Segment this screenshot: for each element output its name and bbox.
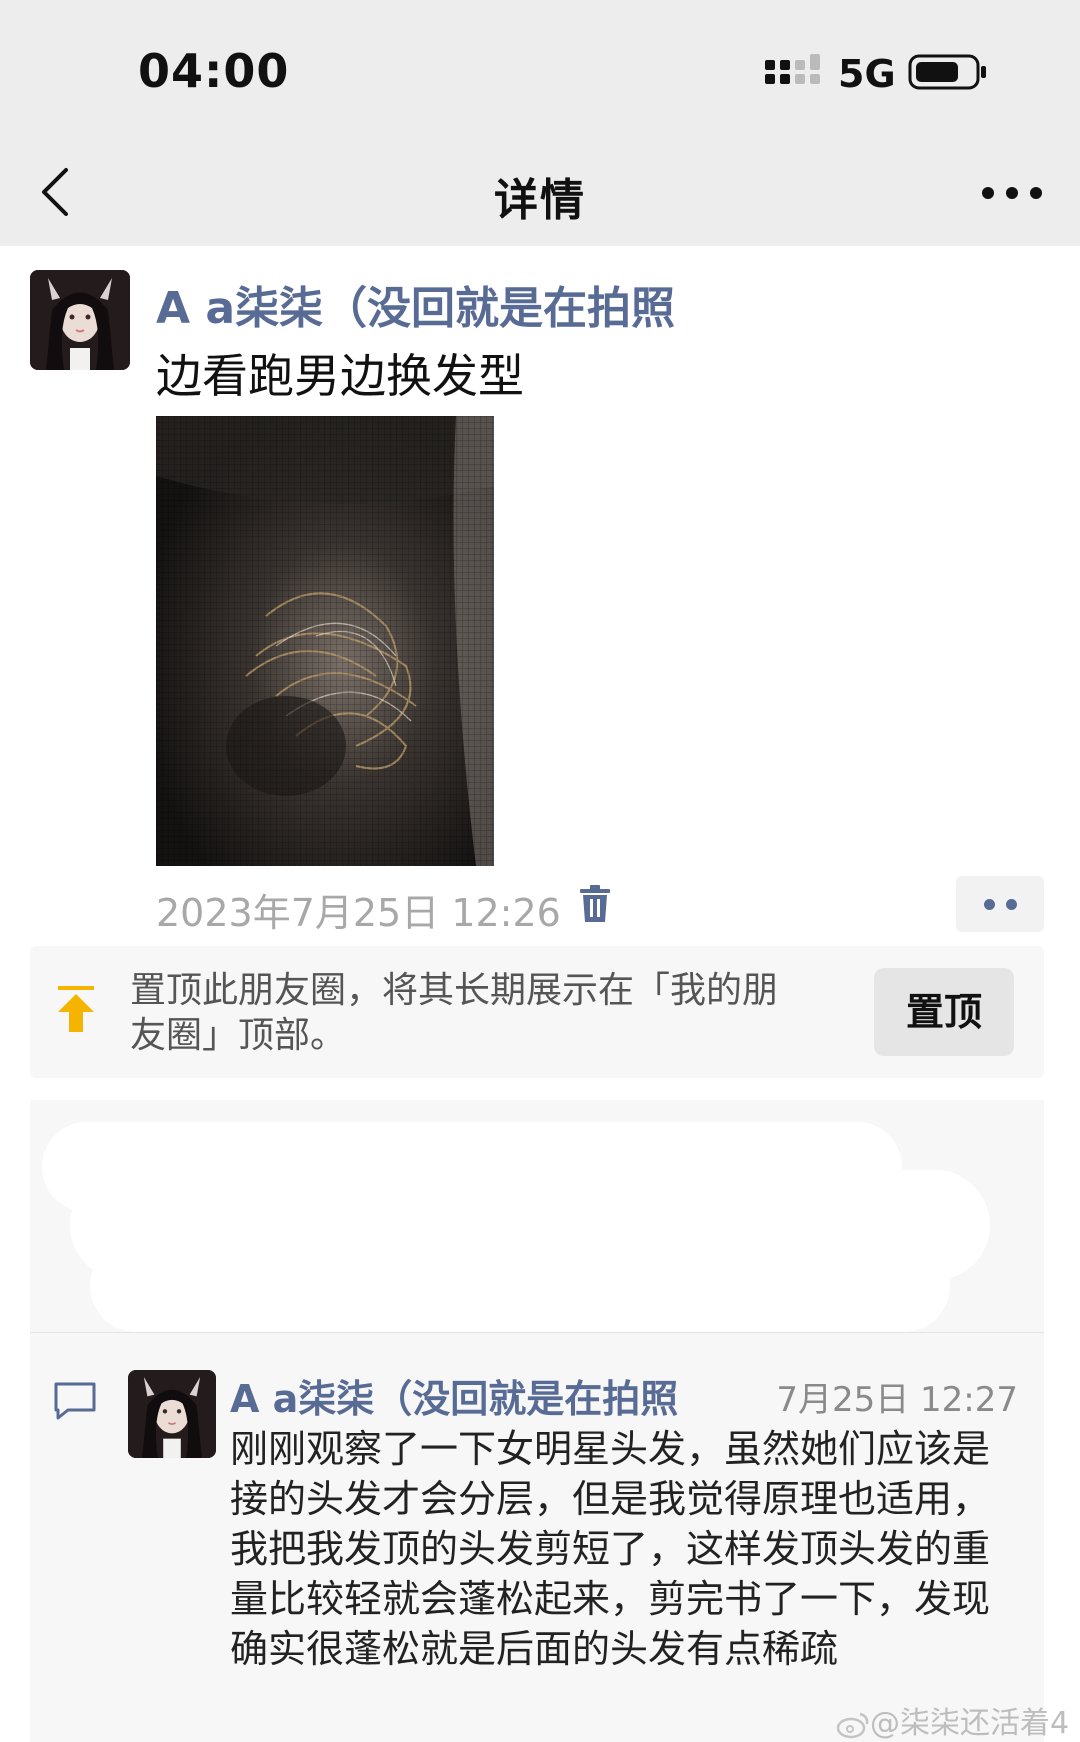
battery-icon <box>908 54 986 90</box>
comment-text[interactable]: 刚刚观察了一下女明星头发，虽然她们应该是接的头发才会分层，但是我觉得原理也适用，… <box>230 1424 1022 1674</box>
post-text: 边看跑男边换发型 <box>156 349 524 403</box>
page-title: 详情 <box>494 175 586 226</box>
comment-author-name[interactable]: A a柒柒（没回就是在拍照 <box>230 1368 678 1423</box>
signal-icon <box>765 54 820 84</box>
status-time: 04:00 <box>138 44 290 98</box>
watermark: @柒柒还活着4 <box>836 1698 1069 1742</box>
two-dots-icon[interactable] <box>956 876 1044 932</box>
comment-bubble-icon <box>54 1382 96 1420</box>
post-photo[interactable] <box>156 416 494 866</box>
network-type: 5G <box>838 52 896 96</box>
trash-icon[interactable] <box>578 884 612 924</box>
post-timestamp: 2023年7月25日 12:26 <box>156 891 561 935</box>
post-avatar[interactable] <box>30 270 130 370</box>
likes-area-redacted <box>30 1100 1044 1332</box>
pin-card: 置顶此朋友圈，将其长期展示在「我的朋友圈」顶部。 置顶 <box>30 946 1044 1078</box>
status-bar: 04:00 5G <box>0 0 1080 140</box>
weibo-logo-icon <box>836 1712 869 1738</box>
post-author-name[interactable]: A a柒柒（没回就是在拍照 <box>156 272 675 336</box>
nav-bar: 详情 <box>0 140 1080 246</box>
comment-avatar[interactable] <box>128 1370 216 1458</box>
pin-description: 置顶此朋友圈，将其长期展示在「我的朋友圈」顶部。 <box>130 970 779 1056</box>
pin-to-top-button[interactable]: 置顶 <box>874 968 1014 1056</box>
watermark-text: @柒柒还活着4 <box>870 1706 1070 1741</box>
more-dots-icon[interactable] <box>980 178 1044 208</box>
pin-to-top-icon <box>58 986 94 1032</box>
comment-time: 7月25日 12:27 <box>776 1380 1018 1420</box>
